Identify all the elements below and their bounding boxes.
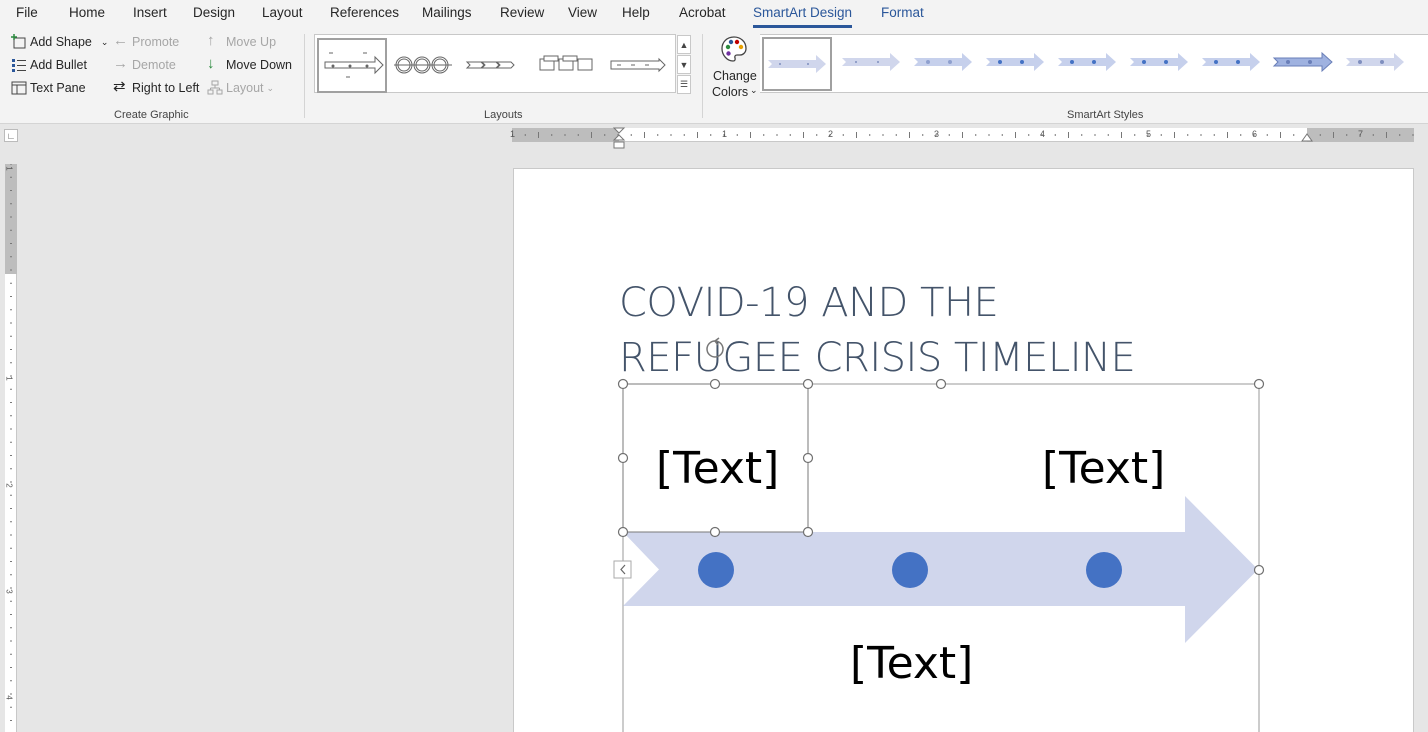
smartart-text-placeholder[interactable]: [Text] [850, 639, 973, 689]
timeline-dot[interactable] [698, 552, 734, 588]
timeline-dot[interactable] [1086, 552, 1122, 588]
smartart-text-placeholder[interactable]: [Text] [656, 444, 779, 494]
smartart-text-placeholder[interactable]: [Text] [1042, 444, 1165, 494]
smartart-graphic[interactable] [0, 0, 1428, 732]
text-pane-toggle[interactable] [613, 560, 632, 579]
timeline-dot[interactable] [892, 552, 928, 588]
rotate-handle-icon[interactable] [706, 337, 724, 358]
